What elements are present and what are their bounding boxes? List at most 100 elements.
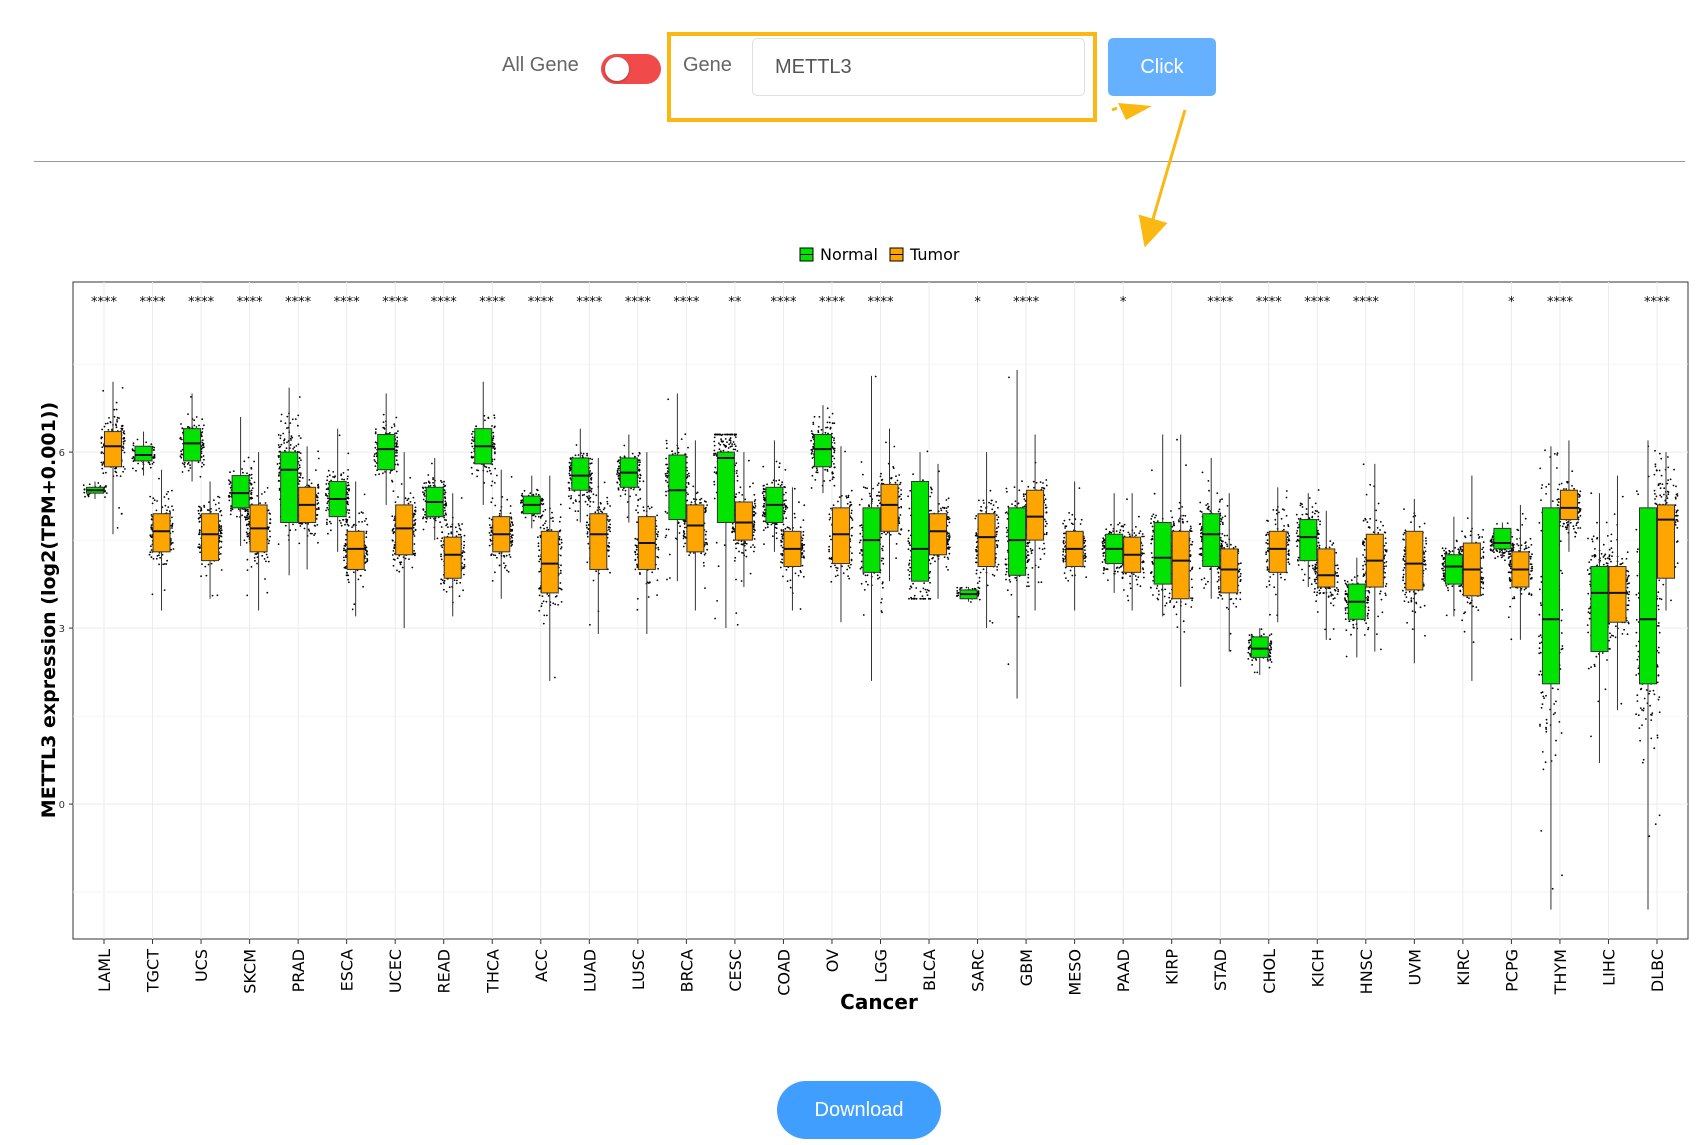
data-point	[634, 551, 637, 554]
data-point	[218, 507, 221, 510]
data-point	[298, 435, 300, 437]
data-point	[586, 531, 589, 533]
data-point	[317, 541, 319, 544]
data-point	[345, 520, 348, 522]
data-point	[365, 530, 368, 533]
data-point	[638, 463, 641, 466]
data-point	[671, 450, 673, 453]
data-point	[115, 424, 117, 427]
data-point	[171, 524, 174, 527]
data-point	[680, 438, 683, 440]
data-point	[263, 558, 266, 560]
data-point	[718, 442, 720, 445]
data-point	[630, 487, 632, 490]
data-point	[441, 481, 443, 484]
data-point	[422, 498, 425, 501]
data-point	[340, 524, 343, 527]
data-point	[279, 437, 282, 440]
data-point	[463, 573, 465, 576]
data-point	[687, 493, 689, 496]
data-point	[220, 540, 223, 543]
data-point	[626, 516, 629, 519]
data-point	[253, 481, 256, 484]
data-point	[443, 588, 445, 591]
data-point	[152, 557, 155, 560]
data-point	[717, 565, 720, 568]
data-point	[638, 480, 641, 483]
data-point	[483, 414, 486, 417]
data-point	[498, 564, 501, 567]
data-point	[395, 459, 398, 462]
data-point	[688, 554, 691, 557]
data-point	[544, 508, 547, 511]
data-point	[754, 529, 756, 532]
data-point	[458, 595, 461, 597]
data-point	[782, 523, 785, 526]
data-point	[463, 558, 466, 561]
data-point	[200, 435, 203, 438]
data-point	[201, 441, 204, 444]
data-point	[295, 445, 298, 447]
data-point	[781, 481, 784, 484]
data-point	[665, 490, 667, 493]
data-point	[347, 493, 349, 496]
data-point	[392, 550, 395, 552]
data-point	[118, 417, 120, 419]
data-point	[702, 561, 705, 564]
data-point	[300, 523, 303, 525]
data-point	[317, 492, 320, 495]
data-point	[259, 502, 261, 504]
data-point	[346, 478, 349, 480]
data-point	[325, 509, 327, 512]
data-point	[715, 541, 718, 544]
data-point	[664, 536, 667, 539]
data-point	[752, 482, 754, 485]
data-point	[590, 487, 593, 490]
data-point	[586, 503, 589, 506]
data-point	[413, 543, 416, 545]
data-point	[511, 522, 514, 524]
data-point	[471, 445, 474, 448]
data-point	[508, 553, 511, 556]
data-point	[198, 424, 200, 427]
data-point	[704, 533, 707, 536]
data-point	[488, 524, 491, 526]
data-point	[558, 520, 561, 523]
data-point	[665, 447, 668, 450]
data-point	[542, 622, 545, 625]
data-point	[398, 570, 401, 573]
data-point	[494, 467, 496, 470]
data-point	[493, 417, 496, 419]
data-point	[493, 426, 496, 429]
data-point	[439, 521, 441, 524]
data-point	[736, 475, 739, 478]
data-point	[542, 510, 545, 513]
data-point	[606, 502, 609, 505]
data-point	[753, 523, 756, 526]
data-point	[244, 508, 247, 511]
data-point	[83, 491, 86, 494]
data-point	[171, 527, 173, 529]
data-point	[511, 529, 513, 531]
data-point	[344, 542, 347, 545]
data-point	[245, 524, 248, 527]
data-point	[683, 522, 686, 525]
data-point	[345, 538, 347, 541]
data-point	[445, 590, 448, 593]
data-point	[145, 441, 148, 444]
data-point	[492, 431, 495, 434]
data-point	[316, 514, 319, 516]
data-point	[488, 544, 491, 547]
data-point	[289, 437, 292, 440]
data-point	[609, 530, 611, 533]
data-point	[409, 501, 412, 503]
data-point	[444, 491, 447, 494]
data-point	[636, 521, 638, 524]
data-point	[656, 535, 659, 538]
data-point	[150, 443, 153, 445]
data-point	[510, 542, 512, 544]
data-point	[776, 523, 778, 525]
data-point	[735, 547, 737, 550]
data-point	[429, 484, 432, 487]
data-point	[351, 608, 354, 611]
